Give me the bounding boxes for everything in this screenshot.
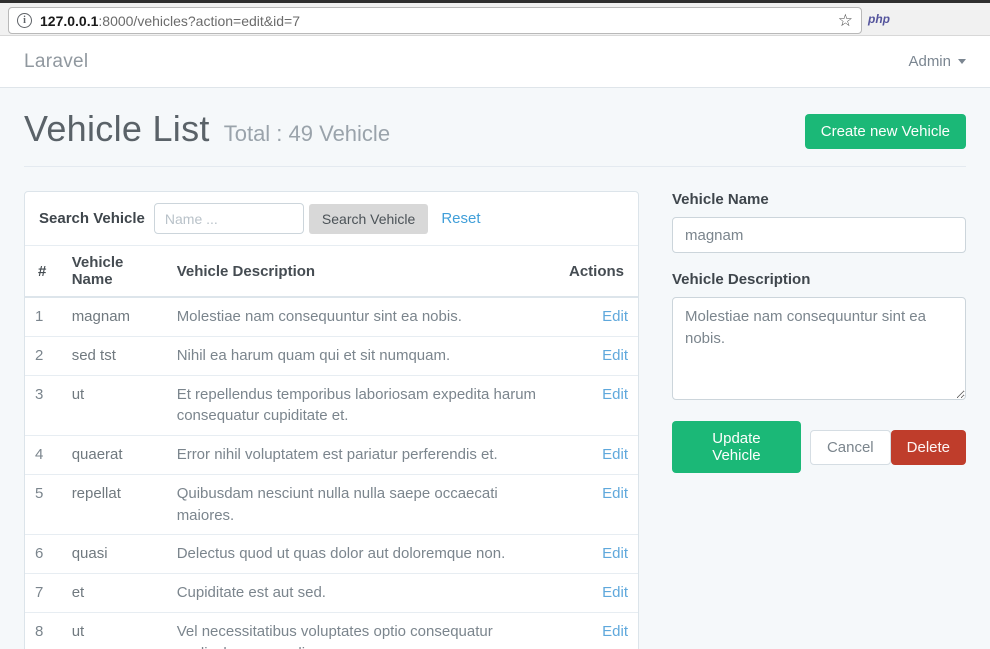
row-number: 4 xyxy=(25,436,62,475)
table-row: 5 repellat Quibusdam nesciunt nulla null… xyxy=(25,474,638,535)
table-row: 7 et Cupiditate est aut sed. Edit xyxy=(25,574,638,613)
edit-link[interactable]: Edit xyxy=(602,308,628,325)
edit-link[interactable]: Edit xyxy=(602,545,628,562)
vehicle-name-cell: sed tst xyxy=(62,336,167,375)
vehicle-table-body: 1 magnam Molestiae nam consequuntur sint… xyxy=(25,297,638,649)
create-vehicle-button[interactable]: Create new Vehicle xyxy=(805,114,966,149)
search-label: Search Vehicle xyxy=(39,210,145,227)
edit-link[interactable]: Edit xyxy=(602,386,628,403)
table-row: 3 ut Et repellendus temporibus laboriosa… xyxy=(25,375,638,436)
vehicle-list-panel: Search Vehicle Search Vehicle Reset # Ve… xyxy=(24,191,639,649)
row-number: 7 xyxy=(25,574,62,613)
table-row: 8 ut Vel necessitatibus voluptates optio… xyxy=(25,612,638,649)
browser-chrome: i 127.0.0.1:8000/vehicles?action=edit&id… xyxy=(0,0,990,36)
edit-link[interactable]: Edit xyxy=(602,623,628,640)
search-form: Search Vehicle Search Vehicle Reset xyxy=(25,192,638,246)
row-number: 6 xyxy=(25,535,62,574)
php-extension-badge[interactable]: php xyxy=(868,12,890,26)
app-navbar: Laravel Admin xyxy=(0,36,990,88)
delete-button[interactable]: Delete xyxy=(891,430,966,465)
vehicle-description-cell: Quibusdam nesciunt nulla nulla saepe occ… xyxy=(167,474,559,535)
edit-link[interactable]: Edit xyxy=(602,347,628,364)
vehicle-description-cell: Nihil ea harum quam qui et sit numquam. xyxy=(167,336,559,375)
vehicle-name-cell: quasi xyxy=(62,535,167,574)
search-button[interactable]: Search Vehicle xyxy=(309,204,428,234)
column-header-name: Vehicle Name xyxy=(62,246,167,297)
title-row: Vehicle List Total : 49 Vehicle Create n… xyxy=(24,108,966,150)
row-number: 2 xyxy=(25,336,62,375)
admin-dropdown-label: Admin xyxy=(908,53,951,70)
vehicle-name-input[interactable] xyxy=(672,217,966,253)
row-number: 5 xyxy=(25,474,62,535)
form-buttons: Update Vehicle Cancel Delete xyxy=(672,421,966,473)
table-row: 4 quaerat Error nihil voluptatem est par… xyxy=(25,436,638,475)
table-row: 6 quasi Delectus quod ut quas dolor aut … xyxy=(25,535,638,574)
row-number: 3 xyxy=(25,375,62,436)
address-bar[interactable]: i 127.0.0.1:8000/vehicles?action=edit&id… xyxy=(8,7,862,34)
bookmark-star-icon[interactable]: ☆ xyxy=(838,12,853,29)
edit-link[interactable]: Edit xyxy=(602,446,628,463)
reset-link[interactable]: Reset xyxy=(441,210,480,227)
vehicle-table: # Vehicle Name Vehicle Description Actio… xyxy=(25,246,638,649)
admin-dropdown[interactable]: Admin xyxy=(908,53,966,70)
vehicle-name-cell: ut xyxy=(62,375,167,436)
total-count-label: Total : 49 Vehicle xyxy=(224,121,390,147)
vehicle-description-cell: Molestiae nam consequuntur sint ea nobis… xyxy=(167,297,559,336)
vehicle-description-cell: Delectus quod ut quas dolor aut doloremq… xyxy=(167,535,559,574)
table-row: 1 magnam Molestiae nam consequuntur sint… xyxy=(25,297,638,336)
table-row: 2 sed tst Nihil ea harum quam qui et sit… xyxy=(25,336,638,375)
vehicle-name-cell: et xyxy=(62,574,167,613)
vehicle-name-cell: ut xyxy=(62,612,167,649)
page-title: Vehicle List xyxy=(24,108,210,150)
column-header-num: # xyxy=(25,246,62,297)
column-header-description: Vehicle Description xyxy=(167,246,559,297)
chevron-down-icon xyxy=(958,59,966,64)
title-divider xyxy=(24,166,966,167)
update-vehicle-button[interactable]: Update Vehicle xyxy=(672,421,801,473)
edit-vehicle-form: Vehicle Name Vehicle Description Molesti… xyxy=(672,191,966,473)
url-text[interactable]: 127.0.0.1:8000/vehicles?action=edit&id=7 xyxy=(40,13,838,29)
vehicle-name-cell: repellat xyxy=(62,474,167,535)
vehicle-description-cell: Vel necessitatibus voluptates optio cons… xyxy=(167,612,559,649)
main-content: Vehicle List Total : 49 Vehicle Create n… xyxy=(0,88,990,649)
table-header-row: # Vehicle Name Vehicle Description Actio… xyxy=(25,246,638,297)
vehicle-description-cell: Cupiditate est aut sed. xyxy=(167,574,559,613)
vehicle-description-cell: Error nihil voluptatem est pariatur perf… xyxy=(167,436,559,475)
edit-link[interactable]: Edit xyxy=(602,485,628,502)
vehicle-description-label: Vehicle Description xyxy=(672,271,966,288)
edit-link[interactable]: Edit xyxy=(602,584,628,601)
url-path: :8000/vehicles?action=edit&id=7 xyxy=(98,13,300,29)
vehicle-description-textarea[interactable]: Molestiae nam consequuntur sint ea nobis… xyxy=(672,297,966,400)
row-number: 1 xyxy=(25,297,62,336)
search-input[interactable] xyxy=(154,203,304,234)
url-host: 127.0.0.1 xyxy=(40,13,98,29)
vehicle-name-cell: magnam xyxy=(62,297,167,336)
vehicle-description-cell: Et repellendus temporibus laboriosam exp… xyxy=(167,375,559,436)
cancel-button[interactable]: Cancel xyxy=(810,430,891,465)
vehicle-name-label: Vehicle Name xyxy=(672,191,966,208)
vehicle-name-cell: quaerat xyxy=(62,436,167,475)
row-number: 8 xyxy=(25,612,62,649)
brand-logo[interactable]: Laravel xyxy=(24,51,88,73)
column-header-actions: Actions xyxy=(559,246,638,297)
info-icon[interactable]: i xyxy=(17,13,32,28)
